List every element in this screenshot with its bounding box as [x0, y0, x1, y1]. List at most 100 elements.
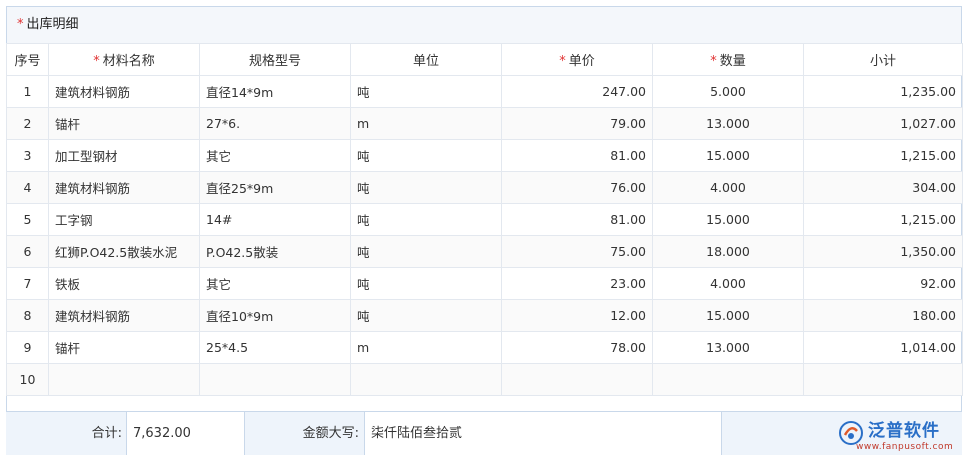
- cell-unit[interactable]: 吨: [350, 299, 502, 332]
- table-row[interactable]: 10: [6, 363, 963, 396]
- cell-spec[interactable]: 其它: [199, 139, 351, 172]
- cell-quantity[interactable]: 13.000: [652, 107, 804, 140]
- cell-subtotal[interactable]: 304.00: [803, 171, 963, 204]
- cell-subtotal[interactable]: 1,350.00: [803, 235, 963, 268]
- total-label: 合计:: [91, 426, 122, 441]
- cell-material-name[interactable]: 建筑材料钢筋: [48, 299, 200, 332]
- col-header-subtotal: 小计: [803, 43, 963, 76]
- cell-quantity[interactable]: 15.000: [652, 203, 804, 236]
- brand-logo: 泛普软件 www.fanpusoft.com: [836, 418, 956, 452]
- required-mark: *: [559, 54, 566, 69]
- logo-url-text: www.fanpusoft.com: [856, 442, 954, 452]
- cell-unit-price[interactable]: 23.00: [501, 267, 653, 300]
- table-row[interactable]: 4 建筑材料钢筋 直径25*9m 吨 76.00 4.000 304.00: [6, 171, 963, 204]
- cell-material-name[interactable]: 铁板: [48, 267, 200, 300]
- cell-unit-price[interactable]: 247.00: [501, 75, 653, 108]
- cell-spec[interactable]: 直径10*9m: [199, 299, 351, 332]
- cell-subtotal[interactable]: 92.00: [803, 267, 963, 300]
- cell-subtotal[interactable]: 1,027.00: [803, 107, 963, 140]
- table-row[interactable]: 6 红狮P.O42.5散装水泥 P.O42.5散装吨 75.00 18.000 1,350…: [6, 235, 963, 268]
- cell-subtotal[interactable]: 1,215.00: [803, 203, 963, 236]
- cell-unit-price[interactable]: 76.00: [501, 171, 653, 204]
- cell-quantity[interactable]: 18.000: [652, 235, 804, 268]
- cell-subtotal[interactable]: 180.00: [803, 299, 963, 332]
- total-value: 7,632.00: [126, 412, 245, 455]
- section-title: 出库明细: [26, 17, 79, 32]
- col-header-name: * 材料名称: [48, 43, 200, 76]
- cell-unit[interactable]: m: [350, 107, 502, 140]
- cell-unit[interactable]: 吨: [350, 235, 502, 268]
- cell-unit[interactable]: 吨: [350, 203, 502, 236]
- table-row[interactable]: 7 铁板 其它吨 23.00 4.000 92.00: [6, 267, 963, 300]
- cell-material-name[interactable]: 加工型钢材: [48, 139, 200, 172]
- cell-material-name[interactable]: 锚杆: [48, 107, 200, 140]
- cell-unit-price[interactable]: 75.00: [501, 235, 653, 268]
- cell-spec[interactable]: 直径25*9m: [199, 171, 351, 204]
- cell-spec[interactable]: 14#: [199, 203, 351, 236]
- required-mark: *: [710, 54, 717, 69]
- table-row[interactable]: 3 加工型钢材 其它吨 81.00 15.000 1,215.00: [6, 139, 963, 172]
- cell-index[interactable]: 4: [6, 171, 49, 204]
- cell-material-name[interactable]: 建筑材料钢筋: [48, 75, 200, 108]
- cell-unit-price[interactable]: 81.00: [501, 203, 653, 236]
- cell-quantity[interactable]: 5.000: [652, 75, 804, 108]
- col-header-price: * 单价: [501, 43, 653, 76]
- cell-spec[interactable]: 25*4.5: [199, 331, 351, 364]
- cell-subtotal[interactable]: 1,014.00: [803, 331, 963, 364]
- cell-quantity[interactable]: 4.000: [652, 171, 804, 204]
- cell-unit-price[interactable]: [501, 363, 653, 396]
- cell-quantity[interactable]: [652, 363, 804, 396]
- cell-subtotal[interactable]: [803, 363, 963, 396]
- cell-index[interactable]: 8: [6, 299, 49, 332]
- cell-unit[interactable]: 吨: [350, 139, 502, 172]
- cell-index[interactable]: 5: [6, 203, 49, 236]
- cell-spec[interactable]: 直径14*9m: [199, 75, 351, 108]
- cell-index[interactable]: 7: [6, 267, 49, 300]
- cell-spec[interactable]: [199, 363, 351, 396]
- cell-spec[interactable]: 27*6.: [199, 107, 351, 140]
- amount-in-words: 柒仟陆佰叁拾贰: [364, 412, 722, 455]
- cell-unit-price[interactable]: 79.00: [501, 107, 653, 140]
- cell-quantity[interactable]: 4.000: [652, 267, 804, 300]
- cell-quantity[interactable]: 13.000: [652, 331, 804, 364]
- cell-index[interactable]: 2: [6, 107, 49, 140]
- table-row[interactable]: 8 建筑材料钢筋 直径10*9m 吨 12.00 15.000 180.00: [6, 299, 963, 332]
- cell-spec[interactable]: 其它: [199, 267, 351, 300]
- amount-label: 金额大写:: [302, 426, 359, 441]
- cell-unit-price[interactable]: 78.00: [501, 331, 653, 364]
- table-row[interactable]: 2 锚杆 27*6. m 79.00 13.000 1,027.00: [6, 107, 963, 140]
- table-row[interactable]: 1 建筑材料钢筋 直径14*9m 吨 247.00 5.000 1,235.00: [6, 75, 963, 108]
- cell-material-name[interactable]: 红狮P.O42.5散装水泥: [48, 235, 200, 268]
- table-footer: 合计: 7,632.00 金额大写: 柒仟陆佰叁拾贰 泛普软件 www.fanp…: [6, 411, 962, 455]
- cell-unit[interactable]: 吨: [350, 267, 502, 300]
- cell-unit-price[interactable]: 81.00: [501, 139, 653, 172]
- cell-quantity[interactable]: 15.000: [652, 139, 804, 172]
- cell-spec[interactable]: P.O42.5散装: [199, 235, 351, 268]
- cell-material-name[interactable]: 工字钢: [48, 203, 200, 236]
- cell-index[interactable]: 10: [6, 363, 49, 396]
- cell-unit[interactable]: 吨: [350, 171, 502, 204]
- cell-quantity[interactable]: 15.000: [652, 299, 804, 332]
- col-header-index: 序号: [6, 43, 49, 76]
- cell-material-name[interactable]: 建筑材料钢筋: [48, 171, 200, 204]
- cell-index[interactable]: 1: [6, 75, 49, 108]
- table-row[interactable]: 9 锚杆 25*4.5 m 78.00 13.000 1,014.00: [6, 331, 963, 364]
- cell-material-name[interactable]: [48, 363, 200, 396]
- outbound-detail-panel: * 出库明细 序号 * 材料名称 规格型号 单位 * 单价 * 数量 小计 1 建筑材料钢…: [6, 6, 963, 455]
- detail-table: 序号 * 材料名称 规格型号 单位 * 单价 * 数量 小计 1 建筑材料钢筋 直径14*…: [6, 43, 963, 396]
- table-header-row: 序号 * 材料名称 规格型号 单位 * 单价 * 数量 小计: [6, 43, 963, 76]
- cell-unit[interactable]: m: [350, 331, 502, 364]
- cell-unit[interactable]: [350, 363, 502, 396]
- cell-subtotal[interactable]: 1,215.00: [803, 139, 963, 172]
- cell-index[interactable]: 9: [6, 331, 49, 364]
- cell-material-name[interactable]: 锚杆: [48, 331, 200, 364]
- cell-unit[interactable]: 吨: [350, 75, 502, 108]
- required-mark: *: [17, 17, 24, 32]
- col-header-unit: 单位: [350, 43, 502, 76]
- cell-index[interactable]: 6: [6, 235, 49, 268]
- cell-unit-price[interactable]: 12.00: [501, 299, 653, 332]
- cell-subtotal[interactable]: 1,235.00: [803, 75, 963, 108]
- cell-index[interactable]: 3: [6, 139, 49, 172]
- col-header-spec: 规格型号: [199, 43, 351, 76]
- table-row[interactable]: 5 工字钢 14# 吨 81.00 15.000 1,215.00: [6, 203, 963, 236]
